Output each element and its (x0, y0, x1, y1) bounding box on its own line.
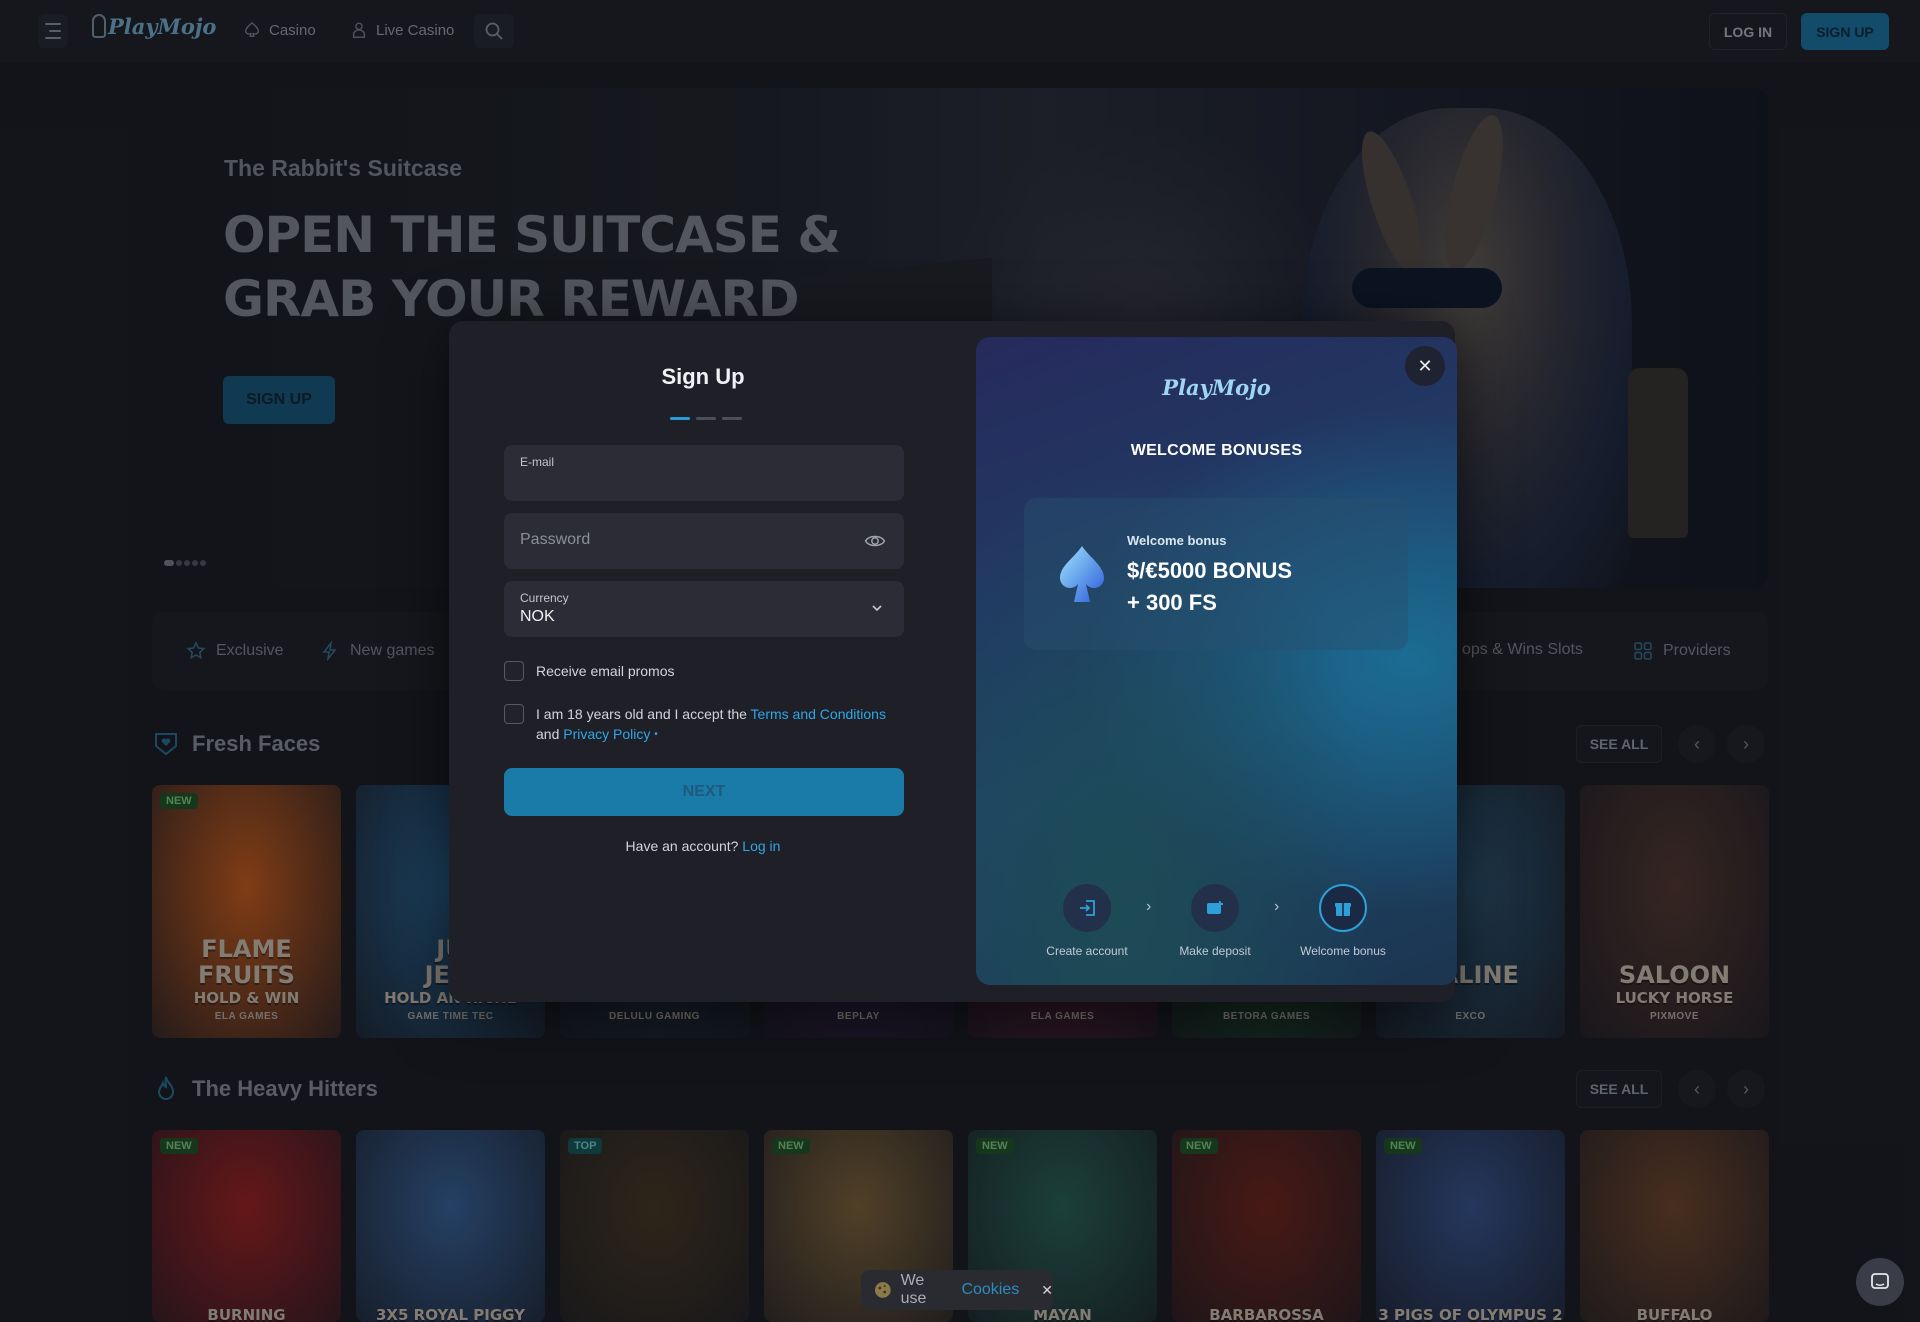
cookies-link[interactable]: Cookies (961, 1281, 1019, 1299)
bonus-title: WELCOME BONUSES (1130, 442, 1303, 459)
cookie-icon (874, 1282, 891, 1298)
email-promos-label: Receive email promos (536, 663, 675, 679)
currency-select[interactable]: Currency NOK (504, 581, 904, 637)
chevron-right-icon: › (1146, 898, 1152, 915)
close-icon[interactable]: ✕ (1041, 1282, 1053, 1299)
chat-icon[interactable] (1856, 1258, 1904, 1306)
welcome-bonus-panel: ✕ PlayMojo WELCOME BONUSES Welcome bonus… (976, 337, 1457, 985)
privacy-link[interactable]: Privacy Policy (563, 726, 650, 742)
terms-checkbox[interactable] (504, 704, 524, 724)
terms-link[interactable]: Terms and Conditions (751, 706, 886, 722)
have-account: Have an account? Log in (625, 838, 781, 854)
cookie-banner: We use Cookies ✕ (861, 1270, 1053, 1310)
email-promos-checkbox[interactable] (504, 661, 524, 681)
password-placeholder: Password (520, 531, 591, 548)
next-button[interactable]: NEXT (504, 768, 904, 816)
login-link[interactable]: Log in (742, 838, 780, 854)
bonus-card-value: $/€5000 BONUS + 300 FS (1127, 558, 1293, 615)
terms-label: I am 18 years old and I accept the Terms… (536, 706, 886, 742)
chevron-down-icon (872, 605, 882, 612)
eye-icon[interactable] (864, 530, 886, 552)
deposit-step-icon (1191, 884, 1239, 932)
required-marker: • (654, 729, 658, 740)
currency-label: Currency (520, 591, 569, 605)
currency-value: NOK (520, 608, 555, 625)
step-label: Welcome bonus (1300, 944, 1386, 958)
gift-icon (1319, 884, 1367, 932)
bonus-logo: PlayMojo (1162, 375, 1271, 400)
email-field[interactable]: E-mail (504, 445, 904, 501)
create-account-step-icon (1063, 884, 1111, 932)
bonus-card: Welcome bonus $/€5000 BONUS + 300 FS (1024, 498, 1408, 650)
email-label: E-mail (520, 455, 555, 469)
chevron-right-icon: › (1274, 898, 1280, 915)
step-label: Create account (1046, 944, 1128, 958)
signup-modal: Sign Up E-mail Password Currency NOK Rec… (449, 321, 1457, 1002)
page: { "nav": { "logo": "PlayMojo", "casino":… (0, 0, 1920, 1322)
spade-icon (1060, 546, 1104, 602)
modal-title: Sign Up (661, 364, 745, 389)
bonus-card-label: Welcome bonus (1127, 533, 1227, 548)
step-label: Make deposit (1179, 944, 1251, 958)
password-field[interactable]: Password (504, 513, 904, 569)
step-indicator (670, 417, 742, 420)
